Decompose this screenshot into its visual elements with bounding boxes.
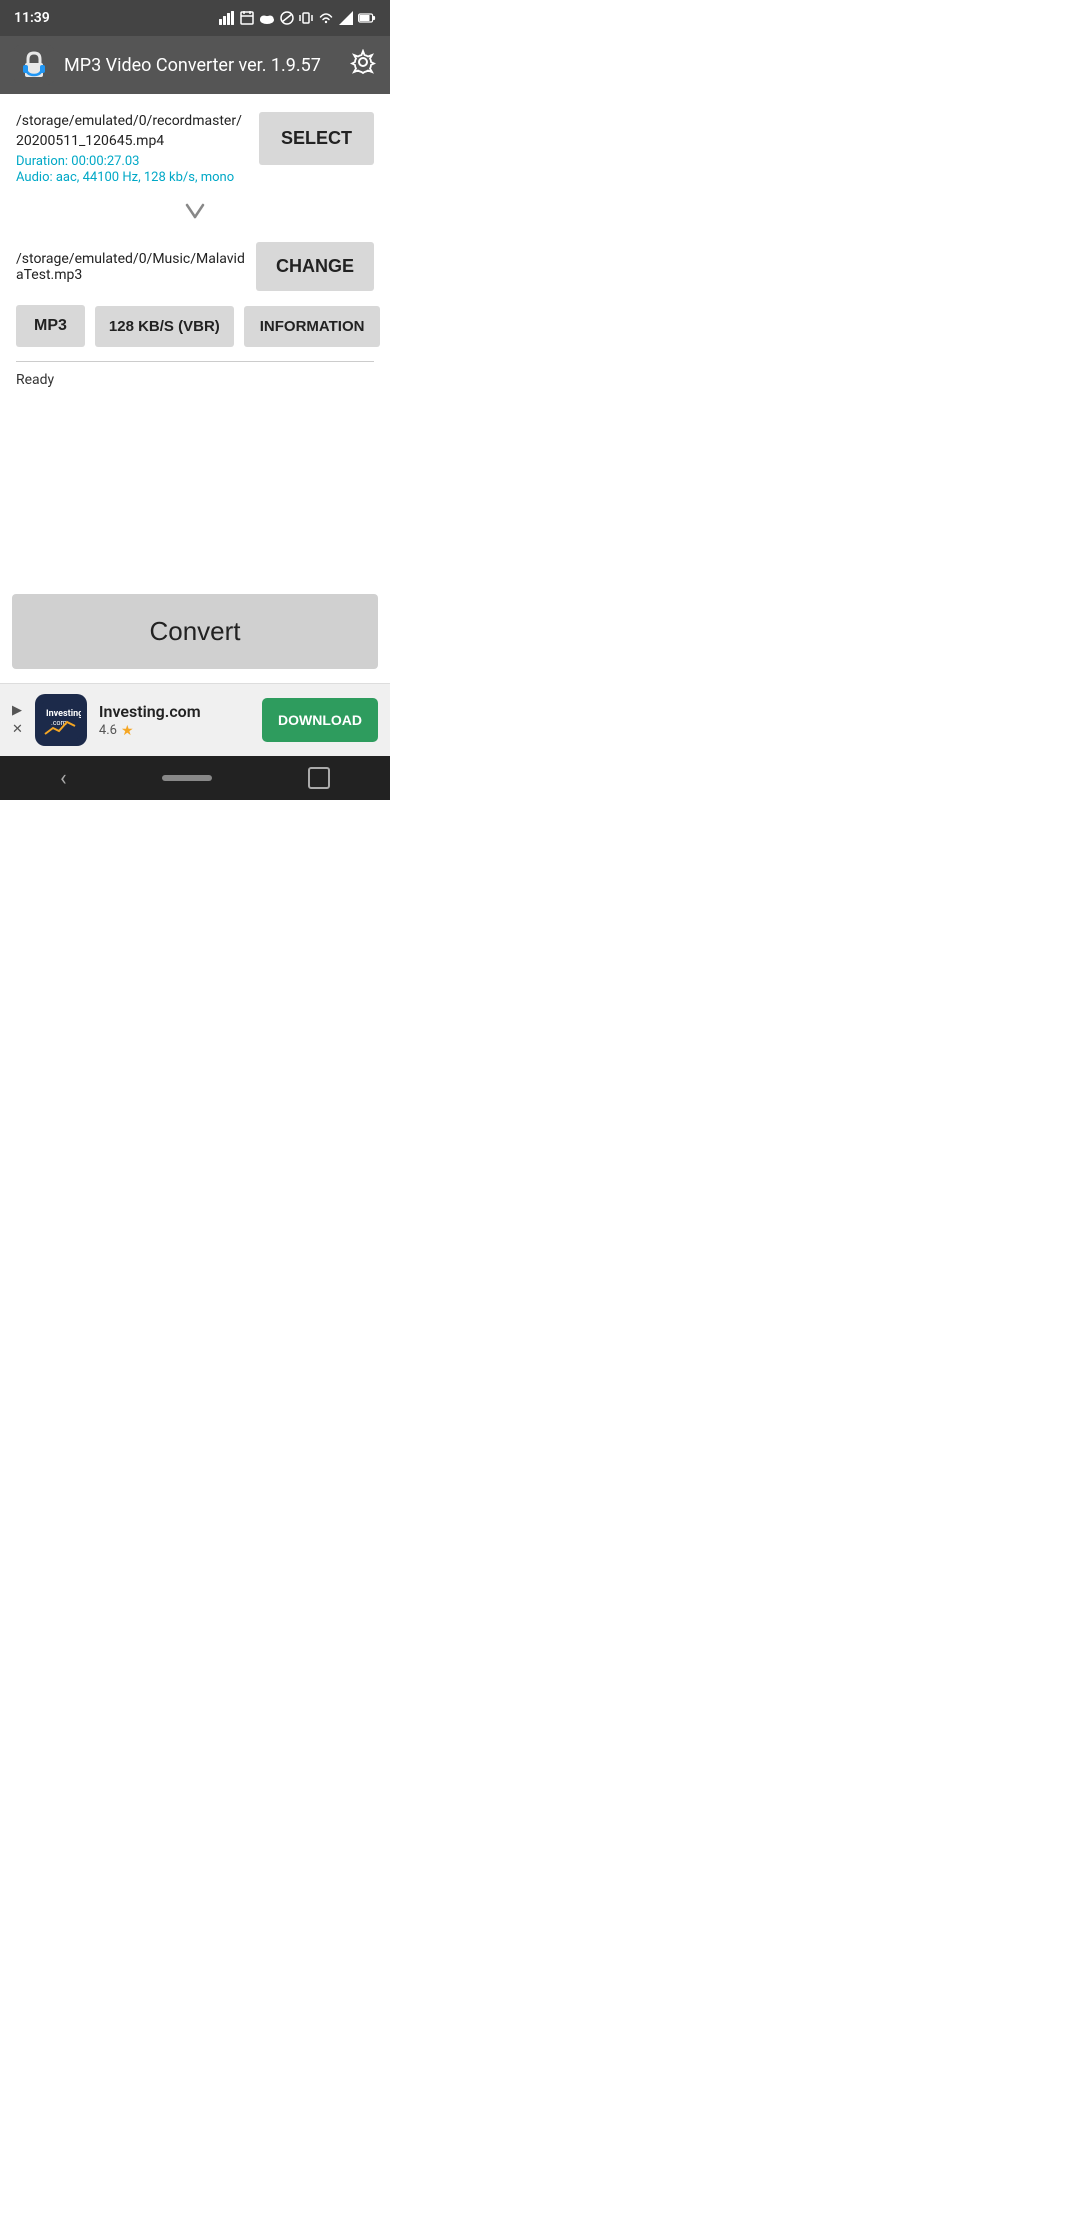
title-bar: MP3 Video Converter ver. 1.9.57	[0, 36, 390, 94]
information-button[interactable]: INFORMATION	[244, 306, 381, 347]
source-file-info: /storage/emulated/0/recordmaster/2020051…	[16, 112, 259, 185]
settings-icon[interactable]	[350, 49, 376, 81]
ad-app-name: Investing.com	[99, 702, 250, 721]
ad-left-icons: ▶ ✕	[12, 703, 23, 737]
app-title-group: MP3 Video Converter ver. 1.9.57	[14, 45, 321, 85]
ad-play-icon: ▶	[12, 703, 23, 718]
signal-bars-icon	[219, 11, 235, 25]
nav-bar: ‹	[0, 756, 390, 800]
spacer	[0, 388, 390, 580]
status-text: Ready	[16, 370, 374, 388]
ad-banner[interactable]: ▶ ✕ Investing .com Investing.com 4.6 ★	[0, 683, 390, 756]
options-row: MP3 128 KB/S (VBR) INFORMATION	[16, 305, 374, 347]
vibrate-icon	[299, 11, 313, 25]
output-file-row: /storage/emulated/0/Music/MalavidaTest.m…	[16, 242, 374, 291]
source-file-row: /storage/emulated/0/recordmaster/2020051…	[16, 112, 374, 185]
arrow-container	[16, 189, 374, 242]
output-file-path: /storage/emulated/0/Music/MalavidaTest.m…	[16, 251, 256, 283]
divider	[16, 361, 374, 362]
wifi-icon	[318, 12, 334, 24]
nav-back-button[interactable]: ‹	[60, 766, 67, 791]
source-file-audio: Audio: aac, 44100 Hz, 128 kb/s, mono	[16, 170, 249, 185]
ad-info: Investing.com 4.6 ★	[99, 702, 250, 739]
convert-area: Convert	[0, 580, 390, 683]
svg-text:Investing: Investing	[46, 709, 81, 719]
convert-button[interactable]: Convert	[12, 594, 378, 669]
ad-app-icon: Investing .com	[35, 694, 87, 746]
status-time: 11:39	[14, 10, 50, 26]
nav-home-indicator[interactable]	[162, 775, 212, 781]
status-icons	[219, 11, 376, 25]
notification-icon	[240, 11, 254, 25]
app-icon	[14, 45, 54, 85]
content-area: /storage/emulated/0/recordmaster/2020051…	[0, 94, 390, 800]
change-button[interactable]: CHANGE	[256, 242, 374, 291]
arrow-down-icon	[180, 197, 210, 234]
cell-signal-icon	[339, 11, 353, 25]
ad-close-icon[interactable]: ✕	[12, 722, 23, 737]
app-title: MP3 Video Converter ver. 1.9.57	[64, 55, 321, 76]
source-file-path: /storage/emulated/0/recordmaster/2020051…	[16, 112, 249, 151]
ad-download-button[interactable]: DOWNLOAD	[262, 698, 378, 742]
select-button[interactable]: SELECT	[259, 112, 374, 165]
status-bar: 11:39	[0, 0, 390, 36]
cloud-icon	[259, 13, 275, 24]
nav-recents-button[interactable]	[308, 767, 330, 789]
format-button[interactable]: MP3	[16, 305, 85, 347]
main-section: /storage/emulated/0/recordmaster/2020051…	[0, 94, 390, 388]
source-file-duration: Duration: 00:00:27.03	[16, 154, 249, 169]
no-ads-icon	[280, 11, 294, 25]
battery-icon	[358, 12, 376, 24]
bitrate-button[interactable]: 128 KB/S (VBR)	[95, 306, 234, 347]
ad-rating-value: 4.6	[99, 723, 117, 738]
ad-star-icon: ★	[121, 723, 134, 739]
ad-rating: 4.6 ★	[99, 723, 250, 739]
